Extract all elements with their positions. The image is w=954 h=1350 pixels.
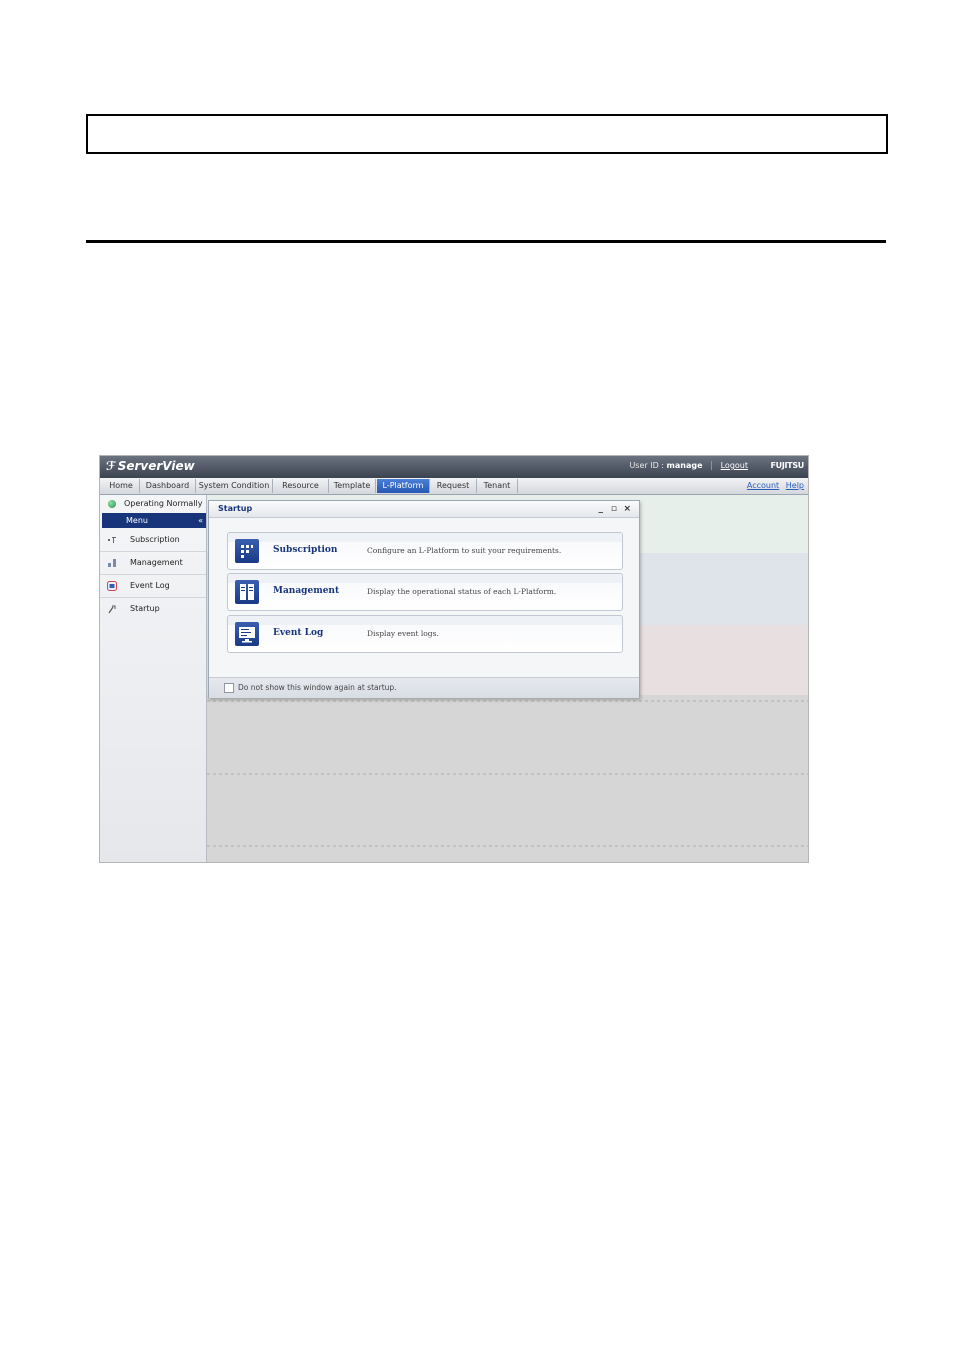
tab-l-platform[interactable]: L-Platform bbox=[377, 479, 430, 493]
subscription-icon bbox=[108, 537, 116, 543]
horizontal-rule bbox=[86, 240, 886, 243]
event-log-icon bbox=[107, 581, 117, 591]
status-ok-icon bbox=[108, 500, 116, 508]
tab-template[interactable]: Template bbox=[329, 479, 376, 493]
brand-logo: ℱ ServerView bbox=[106, 459, 195, 473]
maximize-button[interactable]: ▫ bbox=[611, 501, 617, 517]
brand-name: ServerView bbox=[117, 459, 195, 473]
card-management[interactable]: Management Display the operational statu… bbox=[227, 573, 623, 611]
vendor-logo: FUJITSU bbox=[770, 461, 804, 470]
dashed-separator bbox=[207, 845, 808, 847]
tab-system-condition[interactable]: System Condition bbox=[196, 479, 273, 493]
sidebar-item-label: Subscription bbox=[130, 535, 180, 544]
close-button[interactable]: × bbox=[623, 501, 631, 517]
card-description: Display the operational status of each L… bbox=[367, 587, 557, 596]
sidebar: Operating Normally Menu « Subscription M… bbox=[100, 495, 207, 862]
tab-resource[interactable]: Resource bbox=[273, 479, 329, 493]
serverview-logo-icon: ℱ bbox=[106, 459, 116, 473]
dashed-separator bbox=[207, 700, 808, 702]
collapse-menu-button[interactable]: « bbox=[198, 513, 203, 528]
menu-header: Menu « bbox=[102, 513, 206, 528]
dont-show-again-label: Do not show this window again at startup… bbox=[238, 683, 397, 692]
sidebar-item-label: Startup bbox=[130, 604, 160, 613]
tab-request[interactable]: Request bbox=[430, 479, 477, 493]
dashed-separator bbox=[207, 773, 808, 775]
startup-window: Startup _ ▫ × Subscription Configure an … bbox=[208, 500, 640, 698]
card-band bbox=[228, 574, 622, 583]
sidebar-item-event-log[interactable]: Event Log bbox=[100, 575, 206, 598]
sidebar-item-label: Event Log bbox=[130, 581, 170, 590]
sidebar-item-startup[interactable]: Startup bbox=[100, 598, 206, 620]
user-id-value: manage bbox=[666, 461, 703, 470]
window-title: Startup bbox=[218, 504, 253, 513]
tab-home[interactable]: Home bbox=[103, 479, 140, 493]
card-event-log[interactable]: Event Log Display event logs. bbox=[227, 615, 623, 653]
event-log-icon bbox=[235, 622, 259, 646]
sidebar-item-subscription[interactable]: Subscription bbox=[100, 529, 206, 552]
user-info: User ID : manage Logout bbox=[629, 461, 748, 470]
menu-header-label: Menu bbox=[126, 516, 148, 525]
system-status: Operating Normally bbox=[100, 495, 206, 512]
account-link[interactable]: Account bbox=[747, 481, 779, 490]
management-icon bbox=[235, 580, 259, 604]
tab-links: Account Help bbox=[743, 481, 804, 490]
startup-icon bbox=[108, 605, 116, 614]
tab-bar: Home Dashboard System Condition Resource… bbox=[100, 478, 808, 495]
card-description: Configure an L-Platform to suit your req… bbox=[367, 546, 562, 555]
status-text: Operating Normally bbox=[124, 499, 203, 508]
window-title-bar: Startup _ ▫ × bbox=[209, 501, 639, 518]
sidebar-item-management[interactable]: Management bbox=[100, 552, 206, 575]
subscription-icon bbox=[235, 539, 259, 563]
sidebar-item-label: Management bbox=[130, 558, 183, 567]
card-title: Management bbox=[273, 586, 340, 596]
header-box bbox=[86, 114, 888, 154]
card-subscription[interactable]: Subscription Configure an L-Platform to … bbox=[227, 532, 623, 570]
dont-show-again-checkbox[interactable] bbox=[224, 683, 234, 693]
minimize-button[interactable]: _ bbox=[599, 501, 604, 517]
card-band bbox=[228, 616, 622, 625]
divider bbox=[711, 461, 713, 470]
card-description: Display event logs. bbox=[367, 629, 439, 638]
card-title: Event Log bbox=[273, 628, 324, 638]
help-link[interactable]: Help bbox=[786, 481, 804, 490]
card-band bbox=[228, 533, 622, 542]
management-icon bbox=[108, 559, 116, 567]
user-id-label: User ID : bbox=[629, 461, 664, 470]
card-title: Subscription bbox=[273, 545, 338, 555]
tab-tenant[interactable]: Tenant bbox=[477, 479, 518, 493]
top-bar: ℱ ServerView User ID : manage Logout FUJI… bbox=[100, 456, 808, 478]
window-footer: Do not show this window again at startup… bbox=[209, 677, 639, 698]
tab-dashboard[interactable]: Dashboard bbox=[140, 479, 196, 493]
logout-link[interactable]: Logout bbox=[721, 461, 748, 470]
